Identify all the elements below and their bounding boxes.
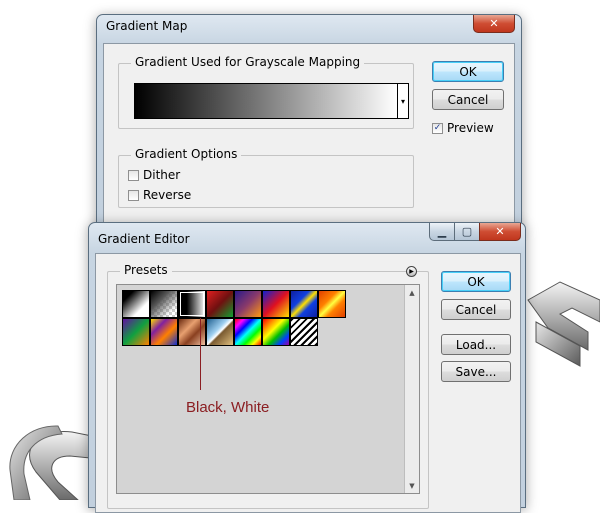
preset-blue-red-yellow[interactable] (262, 290, 290, 318)
gradient-map-cancel-button[interactable]: Cancel (432, 89, 504, 110)
preset-chrome[interactable] (206, 318, 234, 346)
preset-red-green[interactable] (206, 290, 234, 318)
presets-scrollbar[interactable]: ▲ ▼ (404, 285, 419, 493)
reverse-label: Reverse (143, 188, 192, 202)
dither-checkbox[interactable]: Dither (128, 168, 180, 182)
checkmark-icon: ✓ (433, 122, 442, 133)
preset-orange-yellow-orange[interactable] (318, 290, 346, 318)
gradient-dropdown-button[interactable]: ▾ (397, 83, 409, 119)
load-button[interactable]: Load... (441, 334, 511, 355)
gradient-editor-client-area: Presets ▶ ▲ ▼ OK Cancel Load... Save... (95, 253, 521, 513)
preview-checkbox[interactable]: ✓ Preview (432, 121, 494, 135)
gradient-preview-field[interactable] (134, 83, 398, 119)
minimize-button[interactable]: ▁ (429, 223, 455, 241)
gradient-editor-ok-button[interactable]: OK (441, 271, 511, 292)
preset-yellow-violet-orange-blue[interactable] (150, 318, 178, 346)
gradient-map-close-button[interactable]: ✕ (473, 15, 515, 33)
gradient-map-window: Gradient Map ✕ Gradient Used for Graysca… (96, 14, 522, 228)
minimize-icon: ▁ (437, 225, 447, 238)
gradient-used-group-label: Gradient Used for Grayscale Mapping (131, 55, 365, 69)
maximize-icon: ▢ (461, 225, 473, 238)
chevron-down-icon: ▾ (400, 96, 405, 106)
close-icon: ✕ (495, 225, 505, 238)
presets-group: Presets ▶ ▲ ▼ (107, 263, 429, 509)
preset-violet-green-orange[interactable] (122, 318, 150, 346)
maximize-button[interactable]: ▢ (454, 223, 480, 241)
scroll-down-arrow-icon[interactable]: ▼ (405, 478, 419, 493)
gradient-map-client-area: Gradient Used for Grayscale Mapping ▾ Gr… (103, 43, 515, 223)
presets-menu-button[interactable]: ▶ (406, 266, 417, 277)
preview-checkbox-box[interactable]: ✓ (432, 122, 443, 134)
gradient-map-title: Gradient Map (106, 19, 188, 33)
black-white-callout: Black, White (186, 399, 270, 416)
preset-foreground-to-transparent[interactable] (150, 290, 178, 318)
save-button[interactable]: Save... (441, 361, 511, 382)
preset-black-white[interactable] (178, 290, 206, 318)
preset-violet-orange[interactable] (234, 290, 262, 318)
gradient-editor-cancel-button[interactable]: Cancel (441, 299, 511, 320)
dither-checkbox-box[interactable] (128, 169, 139, 181)
presets-group-label: Presets (120, 263, 172, 277)
scroll-up-arrow-icon[interactable]: ▲ (405, 285, 419, 300)
preset-spectrum[interactable] (234, 318, 262, 346)
presets-list: ▲ ▼ (116, 284, 420, 494)
reverse-checkbox[interactable]: Reverse (128, 188, 191, 202)
gradient-options-group: Gradient Options Dither Reverse (118, 147, 414, 208)
preview-label: Preview (447, 121, 494, 135)
close-icon: ✕ (489, 17, 499, 30)
preset-copper[interactable] (178, 318, 206, 346)
gradient-editor-title: Gradient Editor (98, 232, 190, 246)
gradient-options-group-label: Gradient Options (131, 147, 242, 161)
gradient-used-group: Gradient Used for Grayscale Mapping ▾ (118, 55, 414, 129)
preset-foreground-to-background[interactable] (122, 290, 150, 318)
triangle-right-icon: ▶ (409, 268, 414, 275)
reverse-checkbox-box[interactable] (128, 189, 139, 201)
preset-transparent-stripes[interactable] (290, 318, 318, 346)
gradient-editor-close-button[interactable]: ✕ (479, 223, 521, 241)
gradient-editor-window: Gradient Editor ▁ ▢ ✕ Presets ▶ ▲ ▼ OK C… (88, 222, 526, 513)
gradient-map-ok-button[interactable]: OK (432, 61, 504, 82)
preset-blue-yellow-blue[interactable] (290, 290, 318, 318)
preset-transparent-rainbow[interactable] (262, 318, 290, 346)
dither-label: Dither (143, 168, 181, 182)
